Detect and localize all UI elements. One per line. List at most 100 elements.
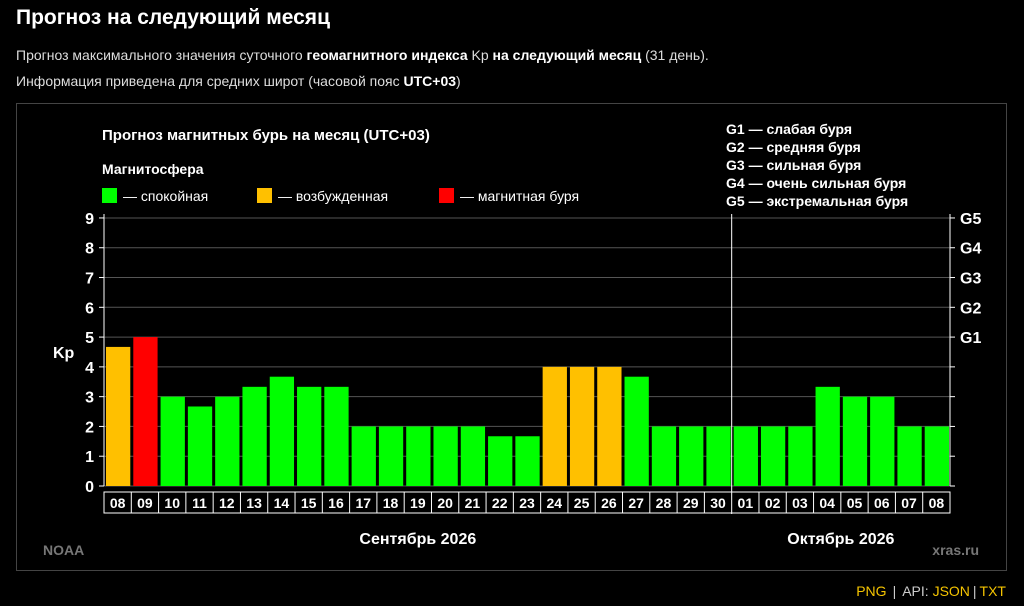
bar-day-26 (597, 366, 622, 486)
forecast-description: Прогноз максимального значения суточного… (16, 47, 709, 63)
legend-swatch-excited (257, 188, 272, 203)
bar-day-14 (269, 376, 295, 486)
right-tick-label: G4 (960, 241, 981, 258)
legend-label-excited: — возбужденная (278, 188, 388, 204)
footer-links: PNG | API: JSON | TXT (856, 583, 1006, 599)
bar-day-22 (488, 436, 513, 486)
x-tick-label: 26 (601, 495, 617, 511)
x-tick-label: 17 (355, 495, 371, 511)
y-tick-label: 8 (85, 241, 94, 258)
x-tick-label: 05 (847, 495, 863, 511)
y-tick-label: 7 (85, 271, 94, 288)
bar-day-08 (106, 346, 131, 486)
bar-day-27 (624, 376, 649, 486)
x-tick-label: 06 (874, 495, 890, 511)
right-tick-label: G3 (960, 271, 981, 288)
y-tick-label: 1 (85, 449, 94, 466)
legend-swatch-storm (439, 188, 454, 203)
info2-text-1: Информация приведена для средних широт (… (16, 73, 404, 89)
x-tick-label: 15 (301, 495, 317, 511)
footer-separator: | (972, 583, 977, 599)
footer-separator: | (892, 583, 897, 599)
timezone-note: Информация приведена для средних широт (… (16, 73, 461, 89)
bar-day-05 (842, 396, 868, 486)
legend-label-storm: — магнитная буря (460, 188, 579, 204)
legend-swatch-quiet (102, 188, 117, 203)
storm-scale-item: G4 — очень сильная буря (726, 175, 906, 191)
x-tick-label: 02 (765, 495, 781, 511)
info1-text-2: Kp (467, 47, 493, 63)
bar-day-28 (651, 426, 677, 486)
y-tick-label: 0 (85, 479, 94, 496)
png-link[interactable]: PNG (856, 583, 886, 599)
x-tick-label: 01 (738, 495, 754, 511)
x-tick-label: 08 (110, 495, 126, 511)
bar-day-10 (160, 396, 185, 486)
info2-text-2: ) (456, 73, 461, 89)
x-tick-label: 27 (628, 495, 644, 511)
storm-scale-item: G1 — слабая буря (726, 121, 852, 137)
bar-day-30 (706, 426, 731, 486)
page-title: Прогноз на следующий месяц (16, 6, 330, 29)
bar-day-12 (215, 396, 240, 486)
bar-day-15 (297, 386, 322, 486)
bar-day-29 (679, 426, 704, 486)
bar-day-03 (788, 426, 813, 486)
x-tick-label: 07 (901, 495, 917, 511)
month-label: Октябрь 2026 (787, 531, 894, 548)
bar-day-08 (924, 426, 949, 486)
bar-day-20 (433, 426, 458, 486)
y-tick-label: 5 (85, 330, 94, 347)
x-tick-label: 11 (192, 495, 207, 511)
y-tick-label: 2 (85, 419, 94, 436)
x-tick-label: 20 (437, 495, 453, 511)
bar-day-04 (815, 386, 840, 486)
month-label: Сентябрь 2026 (359, 531, 476, 548)
x-tick-label: 08 (929, 495, 945, 511)
x-tick-label: 13 (246, 495, 262, 511)
y-tick-label: 4 (85, 360, 94, 377)
bar-day-16 (324, 386, 349, 486)
x-tick-label: 29 (683, 495, 699, 511)
x-tick-label: 12 (219, 495, 235, 511)
x-tick-label: 09 (137, 495, 153, 511)
txt-link[interactable]: TXT (980, 583, 1006, 599)
x-tick-label: 30 (710, 495, 726, 511)
bar-day-19 (406, 426, 431, 486)
y-tick-label: 3 (85, 390, 94, 407)
right-tick-label: G5 (960, 211, 981, 228)
bar-day-23 (515, 436, 540, 486)
x-tick-label: 03 (792, 495, 808, 511)
bar-day-02 (760, 426, 786, 486)
y-tick-label: 6 (85, 300, 94, 317)
info2-bold-1: UTC+03 (403, 73, 457, 89)
x-tick-label: 21 (465, 495, 481, 511)
right-tick-label: G2 (960, 300, 981, 317)
chart-panel: Прогноз магнитных бурь на месяц (UTC+03)… (16, 103, 1007, 571)
info1-bold-2: на следующий месяц (492, 47, 642, 63)
storm-scale-item: G3 — сильная буря (726, 157, 861, 173)
kp-forecast-chart: Прогноз магнитных бурь на месяц (UTC+03)… (43, 121, 981, 558)
info1-text-1: Прогноз максимального значения суточного (16, 47, 307, 63)
bar-day-25 (569, 366, 595, 486)
x-tick-label: 18 (383, 495, 399, 511)
bar-day-18 (378, 426, 404, 486)
x-tick-label: 22 (492, 495, 508, 511)
x-tick-label: 14 (274, 495, 290, 511)
bar-day-24 (542, 366, 567, 486)
x-tick-label: 28 (656, 495, 672, 511)
info1-text-3: (31 день). (641, 47, 709, 63)
storm-scale-item: G2 — средняя буря (726, 139, 861, 155)
x-tick-label: 04 (819, 495, 835, 511)
x-tick-label: 10 (164, 495, 180, 511)
x-tick-label: 23 (519, 495, 535, 511)
chart-title: Прогноз магнитных бурь на месяц (UTC+03) (102, 127, 430, 144)
x-tick-label: 19 (410, 495, 426, 511)
x-tick-label: 24 (547, 495, 563, 511)
y-tick-label: 9 (85, 211, 94, 228)
json-link[interactable]: JSON (933, 583, 970, 599)
bar-day-13 (242, 386, 267, 486)
info1-bold-1: геомагнитного индекса (306, 47, 468, 63)
legend-label-quiet: — спокойная (123, 188, 208, 204)
x-tick-label: 25 (574, 495, 590, 511)
